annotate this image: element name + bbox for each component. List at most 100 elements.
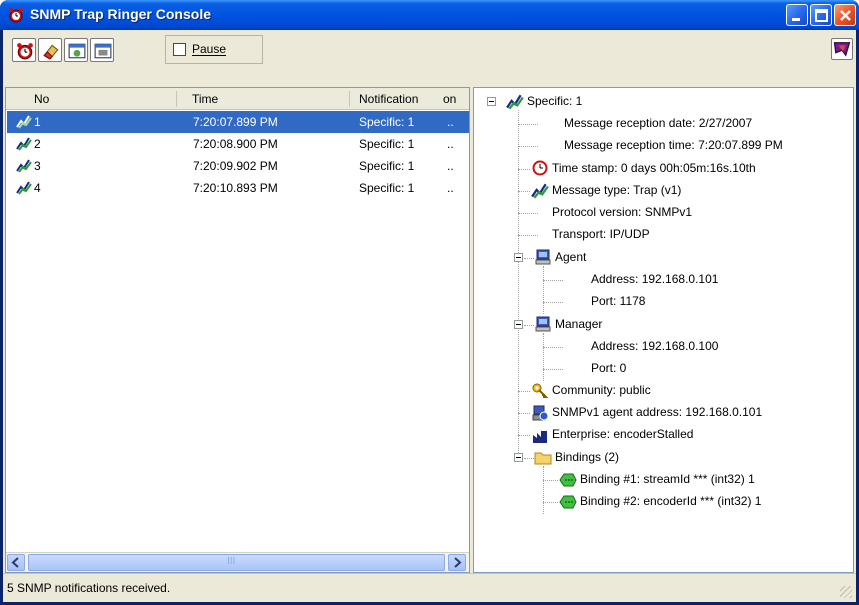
cell-notification: Specific: 1 [359, 137, 415, 151]
tree-line [518, 391, 530, 392]
tree-line [518, 413, 530, 414]
tree-line [543, 347, 563, 348]
tree-line [524, 325, 534, 326]
cell-time: 7:20:09.902 PM [193, 159, 278, 173]
notification-list[interactable]: No Time Notification on 1 7:20:07.899 PM… [5, 87, 470, 573]
collapse-toggle[interactable] [514, 253, 523, 262]
cell-no: 2 [34, 137, 41, 151]
cell-on: .. [447, 115, 454, 129]
enterprise-icon [533, 431, 547, 443]
tree-item-bindings[interactable]: Bindings (2) [555, 450, 619, 464]
resize-grip[interactable] [840, 586, 852, 598]
tree-item-manager-port[interactable]: Port: 0 [591, 361, 626, 375]
tree-item-protocol-version[interactable]: Protocol version: SNMPv1 [552, 205, 692, 219]
tree-item-message-type[interactable]: Message type: Trap (v1) [552, 183, 681, 197]
window-filter-icon [94, 43, 112, 59]
cell-no: 3 [34, 159, 41, 173]
agent-address-icon [532, 405, 549, 421]
list-header: No Time Notification on [6, 88, 469, 110]
cell-notification: Specific: 1 [359, 115, 415, 129]
tree-item-transport[interactable]: Transport: IP/UDP [552, 227, 650, 241]
trap-signal-icon [16, 137, 32, 151]
chevron-right-icon [454, 557, 462, 568]
binding-icon [559, 495, 577, 509]
column-no[interactable]: No [34, 92, 49, 106]
scroll-thumb[interactable]: III [28, 554, 445, 571]
window-title: SNMP Trap Ringer Console [30, 6, 211, 22]
tree-line [543, 266, 544, 314]
tree-item-agent-address[interactable]: Address: 192.168.0.101 [591, 272, 718, 286]
cell-notification: Specific: 1 [359, 159, 415, 173]
title-bar[interactable]: SNMP Trap Ringer Console [0, 0, 859, 30]
clear-button[interactable] [38, 38, 62, 62]
help-button[interactable] [831, 38, 853, 60]
minimize-icon [792, 18, 800, 21]
close-icon [840, 10, 851, 21]
close-button[interactable] [834, 4, 856, 26]
tree-line [543, 502, 558, 503]
computer-icon [535, 316, 551, 332]
pause-checkbox[interactable] [173, 43, 186, 56]
tree-item-agent-port[interactable]: Port: 1178 [591, 294, 645, 308]
collapse-toggle[interactable] [514, 320, 523, 329]
tree-item-binding[interactable]: Binding #1: streamId *** (int32) 1 [580, 472, 755, 486]
tree-item-manager[interactable]: Manager [555, 317, 602, 331]
cell-time: 7:20:08.900 PM [193, 137, 278, 151]
trap-signal-icon [16, 181, 32, 195]
minimize-button[interactable] [786, 4, 808, 26]
trap-signal-icon [506, 94, 524, 110]
client-area: Pause No Time Notification on 1 7:20:07.… [3, 30, 856, 602]
folder-icon [534, 452, 552, 465]
maximize-button[interactable] [810, 4, 832, 26]
collapse-toggle[interactable] [514, 453, 523, 462]
window-settings-icon [68, 43, 86, 59]
table-row[interactable]: 3 7:20:09.902 PM Specific: 1 .. [7, 155, 469, 177]
detail-tree[interactable]: Specific: 1 Message reception date: 2/27… [473, 87, 854, 573]
tree-item-agent[interactable]: Agent [555, 250, 586, 264]
filter-button[interactable] [90, 38, 114, 62]
tree-line [543, 333, 544, 381]
tree-line [518, 110, 519, 455]
scroll-left-button[interactable] [7, 554, 25, 571]
tree-line [543, 280, 563, 281]
cell-time: 7:20:07.899 PM [193, 115, 278, 129]
tree-item-enterprise[interactable]: Enterprise: encoderStalled [552, 427, 693, 441]
tree-line [518, 191, 530, 192]
tree-line [518, 235, 538, 236]
tree-line [524, 458, 534, 459]
settings-button[interactable] [64, 38, 88, 62]
scroll-right-button[interactable] [448, 554, 466, 571]
tree-item-reception-date[interactable]: Message reception date: 2/27/2007 [564, 116, 752, 130]
column-on[interactable]: on [443, 92, 456, 106]
table-row[interactable]: 1 7:20:07.899 PM Specific: 1 .. [7, 111, 469, 133]
tree-line [518, 435, 530, 436]
tree-line [518, 169, 530, 170]
binding-icon [559, 473, 577, 487]
tree-line [543, 302, 563, 303]
tree-item-agent-address[interactable]: SNMPv1 agent address: 192.168.0.101 [552, 405, 762, 419]
tree-item-reception-time[interactable]: Message reception time: 7:20:07.899 PM [564, 138, 783, 152]
collapse-toggle[interactable] [487, 97, 496, 106]
eraser-icon [43, 44, 59, 60]
horizontal-scrollbar[interactable]: III [6, 552, 469, 572]
column-divider[interactable] [349, 91, 350, 107]
tree-line [518, 146, 538, 147]
pause-toggle[interactable]: Pause [165, 35, 263, 64]
trap-signal-icon [16, 115, 32, 129]
tree-item-manager-address[interactable]: Address: 192.168.0.100 [591, 339, 718, 353]
tree-item-time-stamp[interactable]: Time stamp: 0 days 00h:05m:16s.10th [552, 161, 756, 175]
status-bar: 5 SNMP notifications received. [3, 573, 856, 602]
clock-icon [532, 160, 548, 176]
table-row[interactable]: 2 7:20:08.900 PM Specific: 1 .. [7, 133, 469, 155]
column-time[interactable]: Time [192, 92, 218, 106]
tree-item-community[interactable]: Community: public [552, 383, 651, 397]
tree-root[interactable]: Specific: 1 [527, 94, 582, 108]
cell-no: 1 [34, 115, 41, 129]
ringer-button[interactable] [12, 38, 36, 62]
column-notification[interactable]: Notification [359, 92, 418, 106]
table-row[interactable]: 4 7:20:10.893 PM Specific: 1 .. [7, 177, 469, 199]
column-divider[interactable] [176, 91, 177, 107]
computer-icon [535, 249, 551, 265]
app-window: SNMP Trap Ringer Console Pause No Time N… [0, 0, 859, 605]
tree-item-binding[interactable]: Binding #2: encoderId *** (int32) 1 [580, 494, 761, 508]
